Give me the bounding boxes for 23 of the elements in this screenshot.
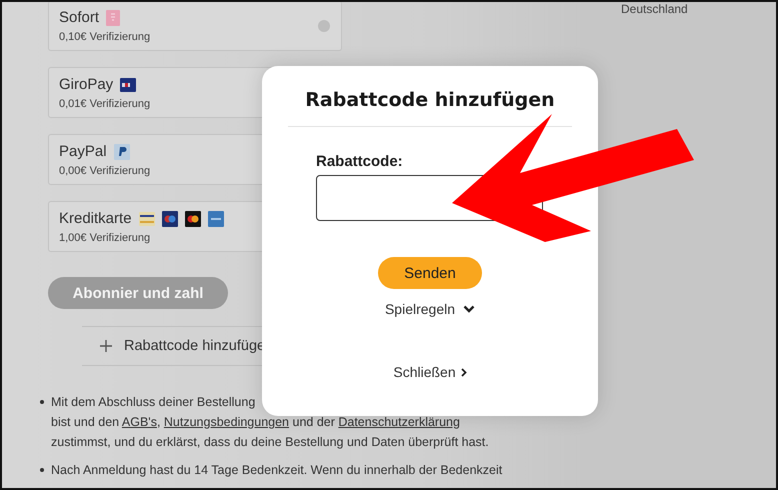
close-link[interactable]: Schließen xyxy=(393,364,456,380)
discount-link[interactable]: Rabattcode hinzufüge xyxy=(124,338,266,354)
country-text: Deutschland xyxy=(621,2,689,16)
terms-link[interactable]: AGB's xyxy=(122,415,157,429)
fee-text: 0,10€ Verifizierung xyxy=(59,30,150,42)
payment-name: PayPal xyxy=(59,142,107,160)
terms-link[interactable]: Nutzungsbedingungen xyxy=(164,415,290,429)
bullet-dot xyxy=(40,400,44,404)
chevron-icon xyxy=(460,368,467,376)
payment-name: Sofort xyxy=(59,8,100,26)
payment-name: GiroPay xyxy=(59,76,114,94)
send-button[interactable]: Senden xyxy=(378,257,482,289)
plus-icon xyxy=(100,340,112,352)
radio-button[interactable] xyxy=(318,20,330,32)
fee-text: 0,00€ Verifizierung xyxy=(59,164,150,176)
payment-name: Kreditkarte xyxy=(59,210,132,228)
fee-text: 1,00€ Verifizierung xyxy=(59,232,152,244)
terms-text: Nach Anmeldung hast du 14 Tage Bedenkzeit. Wenn du innerhalb der Bedenkzeit xyxy=(51,462,502,479)
rules-toggle[interactable]: Spielregeln xyxy=(384,301,456,317)
payment-option-card[interactable]: Sofort 0,10€ Verifizierung xyxy=(48,2,342,51)
terms-link[interactable]: Datenschutzerklärung xyxy=(338,415,460,429)
fee-text: 0,01€ Verifizierung xyxy=(59,98,150,110)
bullet-dot xyxy=(40,468,44,472)
